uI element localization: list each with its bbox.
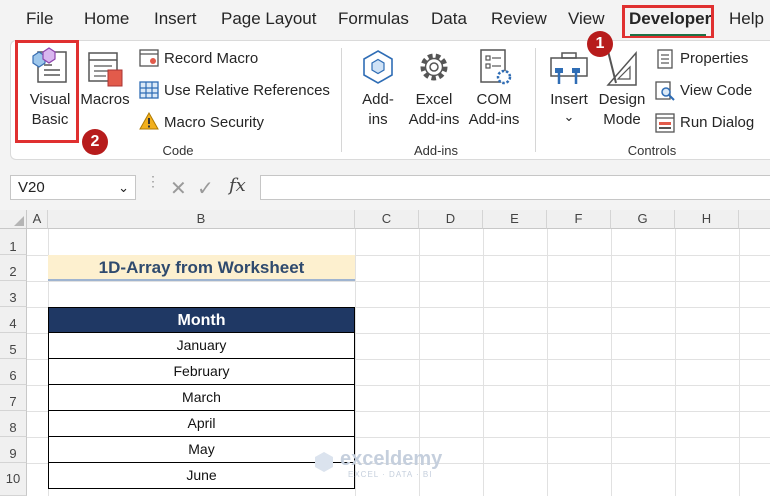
column-header-e[interactable]: E [483, 210, 547, 229]
warning-icon [139, 111, 159, 130]
addins-label-line2: ins [368, 111, 388, 128]
row-header-7[interactable]: 7 [0, 385, 27, 411]
addins-icon[interactable] [360, 48, 396, 86]
row-header-8[interactable]: 8 [0, 411, 27, 437]
column-header-d[interactable]: D [419, 210, 483, 229]
tab-formulas[interactable]: Formulas [338, 9, 409, 29]
name-box-value: V20 [18, 179, 45, 196]
com-addins-icon[interactable] [477, 47, 513, 87]
macros-icon[interactable] [86, 50, 124, 88]
chevron-down-icon[interactable]: ⌄ [118, 176, 129, 199]
tab-insert[interactable]: Insert [154, 9, 197, 29]
tab-review[interactable]: Review [491, 9, 547, 29]
design-mode-button[interactable]: Design Mode [595, 90, 649, 130]
gear-icon[interactable] [415, 47, 453, 87]
watermark-name: exceldemy [340, 448, 443, 470]
row-header-9[interactable]: 9 [0, 437, 27, 463]
column-header-a[interactable]: A [27, 210, 48, 229]
cancel-icon[interactable]: ✕ [170, 176, 187, 201]
watermark-tagline: EXCEL · DATA · BI [348, 470, 433, 479]
tab-file[interactable]: File [26, 9, 53, 29]
sheet-title-cell[interactable]: 1D-Array from Worksheet [48, 255, 355, 281]
macro-security-button[interactable]: Macro Security [164, 114, 264, 131]
gridline [547, 229, 548, 496]
excel-addins-button[interactable]: Excel Add-ins [404, 90, 464, 130]
design-mode-label-line1: Design [598, 91, 646, 108]
tab-view[interactable]: View [568, 9, 605, 29]
row-header-2[interactable]: 2 [0, 255, 27, 281]
tab-home[interactable]: Home [84, 9, 129, 29]
column-header-f[interactable]: F [547, 210, 611, 229]
insert-function-icon[interactable]: fx [229, 175, 246, 196]
com-addins-label-line2: Add-ins [468, 111, 520, 128]
gridline [739, 229, 740, 496]
design-mode-icon[interactable] [604, 47, 640, 89]
chevron-down-icon: ⌄ [563, 109, 575, 124]
view-code-button[interactable]: View Code [680, 82, 752, 99]
properties-icon [656, 49, 674, 69]
gridline [27, 281, 770, 282]
row-header-5[interactable]: 5 [0, 333, 27, 359]
excel-addins-label-line2: Add-ins [408, 111, 460, 128]
drag-handle-icon[interactable]: ⋮ [146, 174, 160, 196]
gridline [483, 229, 484, 496]
table-row[interactable]: March [48, 385, 355, 411]
group-separator [341, 48, 342, 152]
formula-input[interactable] [260, 175, 770, 200]
controls-group-label: Controls [627, 143, 677, 158]
table-row[interactable]: January [48, 333, 355, 359]
table-header-month[interactable]: Month [48, 307, 355, 333]
insert-control-button[interactable]: Insert ⌄ [546, 90, 592, 124]
addins-group-label: Add-ins [413, 143, 459, 158]
use-relative-references-button[interactable]: Use Relative References [164, 82, 330, 99]
view-code-icon [655, 81, 675, 101]
column-header-partial[interactable] [739, 210, 770, 229]
run-dialog-button[interactable]: Run Dialog [680, 114, 754, 131]
column-header-h[interactable]: H [675, 210, 739, 229]
row-header-10[interactable]: 10 [0, 463, 27, 496]
group-separator [535, 48, 536, 152]
gridline [675, 229, 676, 496]
name-box[interactable]: V20 ⌄ [10, 175, 136, 200]
insert-control-label: Insert [550, 91, 588, 108]
use-relative-references-icon [139, 81, 159, 99]
row-header-4[interactable]: 4 [0, 307, 27, 333]
design-mode-label-line2: Mode [603, 111, 641, 128]
visual-basic-highlight [15, 40, 79, 143]
row-header-1[interactable]: 1 [0, 229, 27, 255]
step-badge-2: 2 [82, 129, 108, 155]
row-header-3[interactable]: 3 [0, 281, 27, 307]
column-header-c[interactable]: C [355, 210, 419, 229]
step-badge-1: 1 [587, 31, 613, 57]
table-row[interactable]: April [48, 411, 355, 437]
tab-help[interactable]: Help [729, 9, 764, 29]
tab-page-layout[interactable]: Page Layout [221, 9, 316, 29]
toolbox-icon[interactable] [549, 50, 589, 86]
enter-icon[interactable]: ✓ [197, 176, 214, 201]
properties-button[interactable]: Properties [680, 50, 748, 67]
record-macro-icon [139, 49, 159, 67]
tab-data[interactable]: Data [431, 9, 467, 29]
code-group-label: Code [162, 143, 194, 158]
record-macro-button[interactable]: Record Macro [164, 50, 258, 67]
column-header-b[interactable]: B [48, 210, 355, 229]
excel-addins-label-line1: Excel [415, 91, 453, 108]
table-row[interactable]: May [48, 437, 355, 463]
row-header-6[interactable]: 6 [0, 359, 27, 385]
exceldemy-logo-icon [312, 450, 336, 474]
select-all-corner[interactable] [0, 210, 27, 229]
addins-button[interactable]: Add- ins [352, 90, 404, 130]
addins-label-line1: Add- [362, 91, 394, 108]
developer-tab-highlight [622, 5, 714, 39]
table-row[interactable]: February [48, 359, 355, 385]
run-dialog-icon [655, 113, 675, 133]
com-addins-label-line1: COM [476, 91, 512, 108]
column-header-g[interactable]: G [611, 210, 675, 229]
table-row[interactable]: June [48, 463, 355, 489]
macros-button[interactable]: Macros [80, 90, 130, 110]
com-addins-button[interactable]: COM Add-ins [464, 90, 524, 130]
gridline [611, 229, 612, 496]
